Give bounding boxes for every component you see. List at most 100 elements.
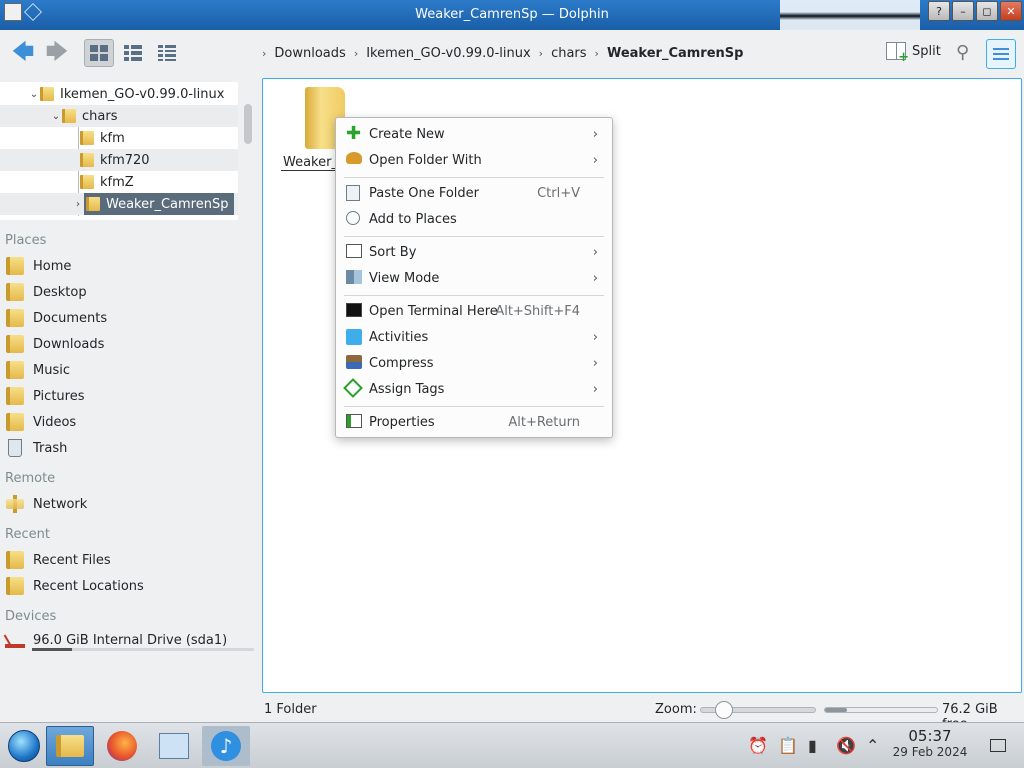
task-music-player[interactable]: ♪ [202,726,250,766]
menu-item-view-mode[interactable]: View Mode › [336,265,612,291]
minimize-button[interactable]: – [952,1,974,21]
menu-item-add-to-places[interactable]: Add to Places [336,206,612,232]
tree-item[interactable]: ⌄ chars [0,105,238,127]
devices-header: Devices [5,609,57,624]
window-titlebar[interactable]: Weaker_CamrenSp — Dolphin ? – ◻ ✕ [0,0,1024,30]
place-recent-locations[interactable]: Recent Locations [5,574,144,598]
place-documents[interactable]: Documents [5,306,107,330]
place-downloads[interactable]: Downloads [5,332,104,356]
details-view-button[interactable] [152,39,182,67]
tree-item-selected[interactable]: › Weaker_CamrenSp [0,193,238,215]
device-label: 96.0 GiB Internal Drive (sda1) [33,632,228,648]
place-label: Music [33,362,70,378]
videos-icon [6,413,24,431]
menu-item-open-terminal[interactable]: Open Terminal Here Alt+Shift+F4 [336,298,612,324]
menu-item-label: Paste One Folder [369,185,479,201]
menu-item-sort-by[interactable]: Sort By › [336,239,612,265]
details-view-icon [158,45,176,61]
menu-item-label: Properties [369,414,435,430]
open-with-icon [346,152,362,164]
clock[interactable]: 05:37 29 Feb 2024 [890,727,970,759]
folder-icon [80,175,94,189]
volume-muted-icon[interactable]: 🔇 [836,736,856,755]
trash-icon [8,439,22,457]
place-home[interactable]: Home [5,254,71,278]
drive-usage-bar [32,648,254,651]
menu-item-label: Sort By [369,244,417,260]
tree-item[interactable]: ⌄ Ikemen_GO-v0.99.0-linux [0,83,238,105]
folder-icon [62,109,76,123]
tree-item[interactable]: kfm720 [0,149,238,171]
compact-view-icon [124,45,142,61]
view-mode-icon [346,270,362,284]
chevron-right-icon: › [592,270,598,286]
icons-view-button[interactable] [84,39,114,67]
menu-item-activities[interactable]: Activities › [336,324,612,350]
desktop-icon [6,283,24,301]
menu-item-label: Assign Tags [369,381,445,397]
back-button[interactable]: 🡄 [8,39,38,69]
tree-scrollbar[interactable] [244,104,252,144]
task-dolphin[interactable] [46,726,94,766]
menu-item-paste[interactable]: Paste One Folder Ctrl+V [336,180,612,206]
help-button[interactable]: ? [928,1,950,21]
task-firefox[interactable] [98,726,146,766]
crumb-downloads[interactable]: Downloads [274,46,345,61]
chevron-right-icon: › [592,329,598,345]
place-pictures[interactable]: Pictures [5,384,84,408]
recent-header: Recent [5,527,50,542]
crumb-ikemen[interactable]: Ikemen_GO-v0.99.0-linux [366,46,530,61]
breadcrumb: › Downloads › Ikemen_GO-v0.99.0-linux › … [262,46,743,61]
menu-item-label: Activities [369,329,429,345]
task-system-settings[interactable] [150,726,198,766]
chevron-up-icon[interactable]: ⌃ [866,736,879,755]
arrow-left-icon: 🡄 [11,40,35,65]
firefox-icon [107,731,137,761]
folder-tree[interactable]: ⌄ Ikemen_GO-v0.99.0-linux ⌄ chars kfm kf… [0,82,238,220]
split-button[interactable]: Split [886,42,941,65]
menu-item-properties[interactable]: Properties Alt+Return [336,409,612,435]
place-desktop[interactable]: Desktop [5,280,87,304]
place-network[interactable]: Network [5,492,87,516]
chevron-right-icon: › [594,47,599,60]
crumb-current[interactable]: Weaker_CamrenSp [607,46,744,61]
place-music[interactable]: Music [5,358,70,382]
terminal-icon [346,303,362,317]
free-space-bar[interactable] [824,707,938,713]
close-button[interactable]: ✕ [1000,1,1022,21]
menu-item-compress[interactable]: Compress › [336,350,612,376]
place-trash[interactable]: Trash [5,436,67,460]
create-new-icon: ✚ [346,123,362,144]
clock-date: 29 Feb 2024 [892,745,968,759]
start-button[interactable] [0,726,48,766]
hamburger-menu-button[interactable] [986,39,1016,69]
chevron-down-icon[interactable]: ⌄ [50,111,62,122]
place-videos[interactable]: Videos [5,410,76,434]
maximize-button[interactable]: ◻ [976,1,998,21]
zoom-slider-handle[interactable] [714,701,733,719]
crumb-chars[interactable]: chars [551,46,586,61]
tree-item[interactable]: kfmZ [0,171,238,193]
taskbar: ♪ ⏰ 📋 ▮ 🔇 ⌃ 05:37 29 Feb 2024 [0,722,1024,768]
menu-item-open-folder-with[interactable]: Open Folder With › [336,147,612,173]
tree-item-label: kfm720 [100,152,150,168]
menu-item-assign-tags[interactable]: Assign Tags › [336,376,612,402]
place-label: Downloads [33,336,105,352]
clipboard-icon[interactable]: 📋 [778,736,798,755]
battery-icon[interactable]: ▮ [808,736,817,755]
menu-item-shortcut: Alt+Return [508,414,580,430]
compact-view-button[interactable] [118,39,148,67]
notifications-icon[interactable]: ⏰ [748,736,768,755]
chevron-down-icon[interactable]: ⌄ [28,89,40,100]
zoom-slider[interactable] [700,701,816,719]
forward-button[interactable]: 🡆 [42,39,72,69]
show-desktop-button[interactable] [990,739,1006,752]
place-recent-files[interactable]: Recent Files [5,548,111,572]
search-button[interactable]: ⚲ [956,42,969,63]
chevron-right-icon[interactable]: › [72,199,84,210]
menu-item-create-new[interactable]: ✚ Create New › [336,121,612,147]
place-label: Recent Files [33,552,111,568]
chevron-right-icon: › [592,355,598,371]
tree-item[interactable]: kfm [0,127,238,149]
documents-icon [6,309,24,327]
